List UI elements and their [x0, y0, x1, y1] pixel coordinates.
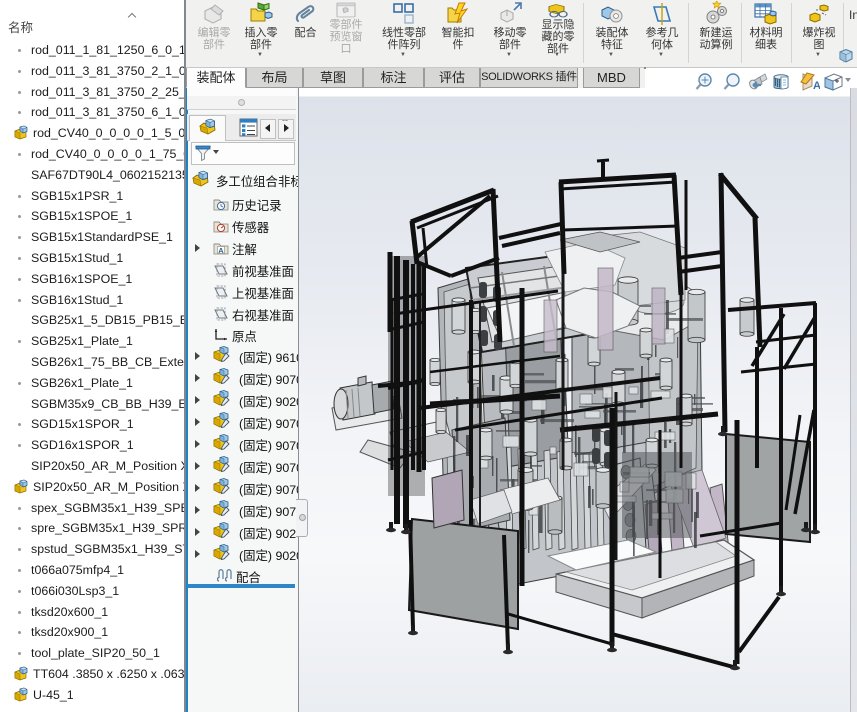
- svg-text:A: A: [813, 80, 820, 92]
- svg-text:A: A: [218, 246, 224, 255]
